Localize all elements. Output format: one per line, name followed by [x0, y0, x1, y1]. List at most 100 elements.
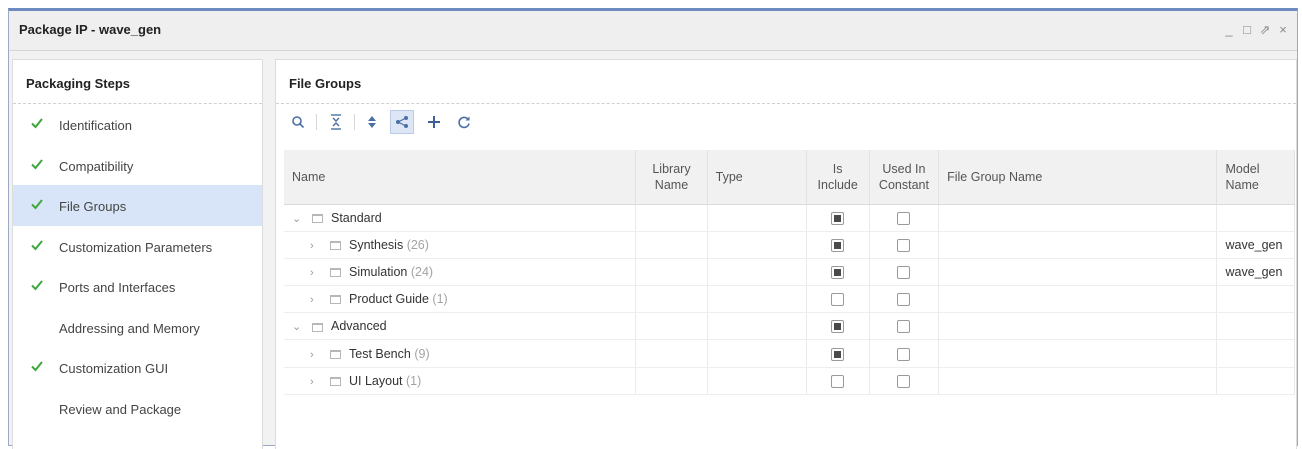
chevron-right-icon[interactable]: ›	[310, 240, 324, 252]
step-label: Customization Parameters	[59, 239, 213, 255]
column-header-library-name[interactable]: Library Name	[635, 150, 708, 205]
chevron-right-icon[interactable]: ›	[310, 294, 324, 306]
column-header-used-in-constant[interactable]: Used In Constant	[869, 150, 940, 205]
library-cell	[635, 285, 708, 314]
name-cell: ⌄ Advanced	[284, 312, 637, 341]
table-row[interactable]: › Simulation (24) wave_gen	[284, 258, 1295, 287]
chevron-right-icon[interactable]: ›	[310, 376, 324, 388]
name-cell: › Synthesis (26)	[284, 231, 637, 259]
name-cell: ⌄ Standard	[284, 204, 637, 232]
is-include-checkbox[interactable]	[831, 211, 845, 225]
folder-icon	[330, 376, 341, 386]
include-cell	[806, 204, 870, 232]
file-group-label: Standard	[331, 210, 382, 225]
constant-cell	[869, 339, 940, 368]
folder-icon	[330, 295, 341, 305]
search-icon[interactable]	[286, 110, 310, 134]
file-group-name-cell	[938, 312, 1218, 341]
used-in-constant-checkbox[interactable]	[897, 211, 911, 225]
used-in-constant-checkbox[interactable]	[897, 374, 911, 388]
expand-all-icon[interactable]	[360, 110, 384, 134]
is-include-checkbox[interactable]	[831, 320, 845, 334]
table-row[interactable]: › UI Layout (1)	[284, 367, 1295, 395]
table-row[interactable]: › Synthesis (26) wave_gen	[284, 231, 1295, 259]
checkmark-icon	[31, 280, 43, 291]
used-in-constant-checkbox[interactable]	[897, 238, 911, 252]
used-in-constant-checkbox[interactable]	[897, 320, 911, 334]
file-group-name-cell	[938, 285, 1218, 314]
library-cell	[635, 312, 708, 341]
used-in-constant-checkbox[interactable]	[897, 293, 911, 307]
panel-header: Packaging Steps	[13, 60, 262, 104]
library-cell	[635, 339, 708, 368]
minimize-icon[interactable]: _	[1221, 21, 1237, 39]
folder-icon	[330, 268, 341, 278]
is-include-checkbox[interactable]	[831, 293, 845, 307]
step-item[interactable]: Compatibility	[13, 145, 262, 186]
step-item[interactable]: Addressing and Memory	[13, 307, 262, 348]
steps-list: Identification Compatibility File Groups Cu…	[13, 104, 262, 428]
collapse-all-icon[interactable]	[324, 110, 348, 134]
refresh-icon[interactable]	[452, 110, 476, 134]
close-icon[interactable]: ×	[1275, 21, 1291, 39]
table-body: ⌄ Standard › Synthesis (26) wave_gen › Simulat…	[284, 204, 1295, 395]
step-item[interactable]: Identification	[13, 104, 262, 145]
table-row[interactable]: ⌄ Standard	[284, 204, 1295, 232]
used-in-constant-checkbox[interactable]	[897, 347, 911, 361]
name-cell: › Product Guide (1)	[284, 285, 637, 314]
type-cell	[707, 258, 807, 287]
column-header-type[interactable]: Type	[707, 150, 807, 205]
is-include-checkbox[interactable]	[831, 266, 845, 280]
table-row[interactable]: › Product Guide (1)	[284, 285, 1295, 314]
include-cell	[806, 312, 870, 341]
chevron-down-icon[interactable]: ⌄	[292, 212, 306, 225]
file-count: (26)	[406, 237, 429, 252]
model-name-cell: wave_gen	[1216, 231, 1295, 259]
checkmark-icon	[31, 199, 43, 210]
is-include-checkbox[interactable]	[831, 374, 845, 388]
constant-cell	[869, 231, 940, 259]
step-item[interactable]: Ports and Interfaces	[13, 266, 262, 307]
chevron-right-icon[interactable]: ›	[310, 349, 324, 361]
step-item[interactable]: Customization Parameters	[13, 226, 262, 267]
column-header-file-group-name[interactable]: File Group Name	[938, 150, 1218, 205]
file-group-label: Product Guide	[349, 292, 429, 307]
is-include-checkbox[interactable]	[831, 238, 845, 252]
folder-icon	[330, 349, 341, 359]
column-header-model-name[interactable]: Model Name	[1216, 150, 1295, 205]
panel-title: Packaging Steps	[26, 76, 131, 91]
is-include-checkbox[interactable]	[831, 347, 845, 361]
float-icon[interactable]: ⇗	[1257, 21, 1273, 39]
file-group-name-cell	[938, 231, 1218, 259]
type-cell	[707, 339, 807, 368]
file-groups-toolbar	[276, 110, 1296, 140]
maximize-icon[interactable]: □	[1239, 21, 1255, 39]
step-label: Customization GUI	[59, 361, 169, 376]
used-in-constant-checkbox[interactable]	[897, 266, 911, 280]
step-item[interactable]: File Groups	[13, 185, 262, 226]
model-name-cell	[1216, 285, 1295, 314]
file-group-name-cell	[938, 339, 1218, 368]
model-name-cell: wave_gen	[1216, 258, 1295, 287]
step-item[interactable]: Review and Package	[13, 388, 262, 429]
library-cell	[635, 367, 708, 395]
checkmark-icon	[31, 118, 43, 129]
include-cell	[806, 285, 870, 314]
add-icon[interactable]	[422, 110, 446, 134]
title-bar: Package IP - wave_gen _ □ ⇗ ×	[9, 11, 1297, 51]
step-item[interactable]: Customization GUI	[13, 347, 262, 388]
table-row[interactable]: › Test Bench (9)	[284, 339, 1295, 368]
column-header-name[interactable]: Name	[284, 150, 637, 205]
file-group-label: UI Layout	[349, 373, 403, 388]
file-group-label: Simulation	[349, 264, 408, 279]
file-group-label: Synthesis	[349, 237, 404, 252]
table-row[interactable]: ⌄ Advanced	[284, 312, 1295, 341]
name-cell: › UI Layout (1)	[284, 367, 637, 395]
step-label: Addressing and Memory	[59, 320, 200, 336]
chevron-down-icon[interactable]: ⌄	[292, 320, 306, 333]
column-header-is-include[interactable]: Is Include	[806, 150, 870, 205]
library-cell	[635, 204, 708, 232]
chevron-right-icon[interactable]: ›	[310, 267, 324, 279]
checkmark-icon	[31, 158, 43, 169]
hierarchy-icon[interactable]	[390, 110, 414, 134]
